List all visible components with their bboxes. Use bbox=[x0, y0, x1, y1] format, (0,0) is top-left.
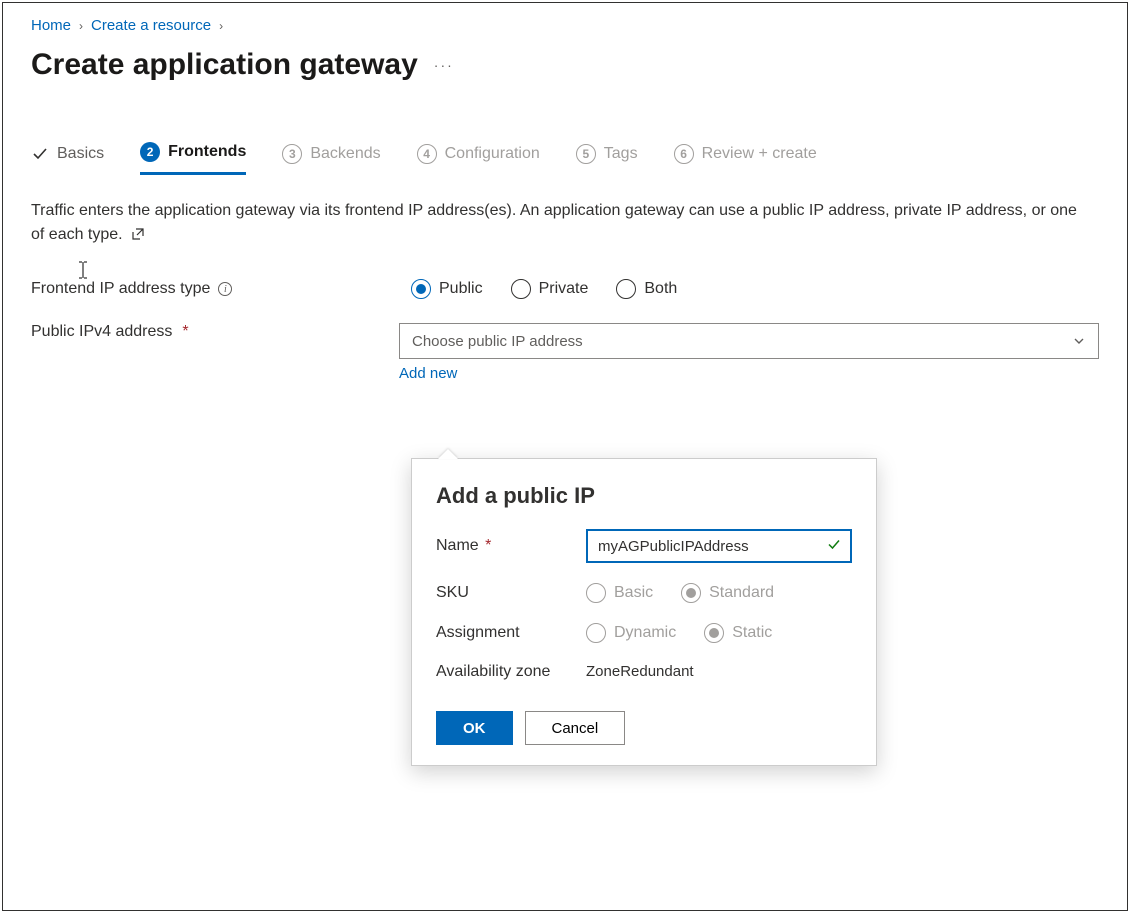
required-indicator: * bbox=[182, 323, 188, 341]
radio-label: Standard bbox=[709, 584, 774, 602]
breadcrumb-create-resource[interactable]: Create a resource bbox=[91, 17, 211, 34]
tab-label: Frontends bbox=[168, 143, 246, 161]
step-number-badge: 5 bbox=[576, 144, 596, 164]
text-cursor-icon bbox=[75, 260, 91, 280]
radio-public[interactable]: Public bbox=[411, 279, 483, 299]
chevron-right-icon: › bbox=[219, 19, 223, 33]
cancel-button[interactable]: Cancel bbox=[525, 711, 626, 745]
radio-private[interactable]: Private bbox=[511, 279, 589, 299]
breadcrumb: Home › Create a resource › bbox=[31, 17, 1099, 34]
step-number-badge: 2 bbox=[140, 142, 160, 162]
select-placeholder: Choose public IP address bbox=[412, 333, 583, 350]
radio-label: Private bbox=[539, 280, 589, 298]
public-ipv4-label: Public IPv4 address bbox=[31, 323, 172, 341]
breadcrumb-home[interactable]: Home bbox=[31, 17, 71, 34]
frontend-ip-type-radio-group: Public Private Both bbox=[411, 279, 1099, 299]
tab-label: Tags bbox=[604, 145, 638, 163]
popup-sku-label: SKU bbox=[436, 584, 586, 602]
more-actions-icon[interactable]: ··· bbox=[434, 57, 454, 73]
tab-basics[interactable]: Basics bbox=[31, 142, 104, 175]
radio-both[interactable]: Both bbox=[616, 279, 677, 299]
step-number-badge: 3 bbox=[282, 144, 302, 164]
tab-review-create[interactable]: 6 Review + create bbox=[674, 142, 817, 175]
step-number-badge: 6 bbox=[674, 144, 694, 164]
radio-label: Both bbox=[644, 280, 677, 298]
popup-zone-label: Availability zone bbox=[436, 663, 586, 681]
name-input-wrapper bbox=[586, 529, 852, 563]
wizard-tabs: Basics 2 Frontends 3 Backends 4 Configur… bbox=[31, 142, 1099, 175]
required-indicator: * bbox=[485, 537, 491, 554]
chevron-right-icon: › bbox=[79, 19, 83, 33]
public-ip-name-input[interactable] bbox=[596, 537, 814, 556]
public-ip-select[interactable]: Choose public IP address bbox=[399, 323, 1099, 359]
popup-assignment-label: Assignment bbox=[436, 624, 586, 642]
tab-tags[interactable]: 5 Tags bbox=[576, 142, 638, 175]
tab-label: Backends bbox=[310, 145, 380, 163]
external-link-icon[interactable] bbox=[131, 225, 145, 249]
frontend-ip-type-label: Frontend IP address type bbox=[31, 280, 210, 298]
add-public-ip-popup: Add a public IP Name * SKU bbox=[411, 458, 877, 766]
frontends-description: Traffic enters the application gateway v… bbox=[31, 199, 1091, 249]
radio-label: Dynamic bbox=[614, 624, 676, 642]
tab-label: Review + create bbox=[702, 145, 817, 163]
radio-assignment-static: Static bbox=[704, 623, 772, 643]
availability-zone-value: ZoneRedundant bbox=[586, 663, 694, 680]
tab-label: Configuration bbox=[445, 145, 540, 163]
radio-label: Public bbox=[439, 280, 483, 298]
radio-sku-standard: Standard bbox=[681, 583, 774, 603]
checkmark-icon bbox=[31, 145, 49, 163]
step-number-badge: 4 bbox=[417, 144, 437, 164]
checkmark-icon bbox=[826, 537, 842, 556]
radio-assignment-dynamic: Dynamic bbox=[586, 623, 676, 643]
radio-sku-basic: Basic bbox=[586, 583, 653, 603]
tab-frontends[interactable]: 2 Frontends bbox=[140, 142, 246, 175]
page-title: Create application gateway bbox=[31, 48, 418, 82]
tab-backends[interactable]: 3 Backends bbox=[282, 142, 380, 175]
info-icon[interactable]: i bbox=[218, 282, 232, 296]
popup-name-label: Name bbox=[436, 537, 479, 554]
radio-label: Basic bbox=[614, 584, 653, 602]
popup-title: Add a public IP bbox=[436, 483, 852, 509]
tab-label: Basics bbox=[57, 145, 104, 163]
ok-button[interactable]: OK bbox=[436, 711, 513, 745]
tab-configuration[interactable]: 4 Configuration bbox=[417, 142, 540, 175]
add-new-link[interactable]: Add new bbox=[399, 365, 457, 382]
radio-label: Static bbox=[732, 624, 772, 642]
chevron-down-icon bbox=[1072, 334, 1086, 348]
